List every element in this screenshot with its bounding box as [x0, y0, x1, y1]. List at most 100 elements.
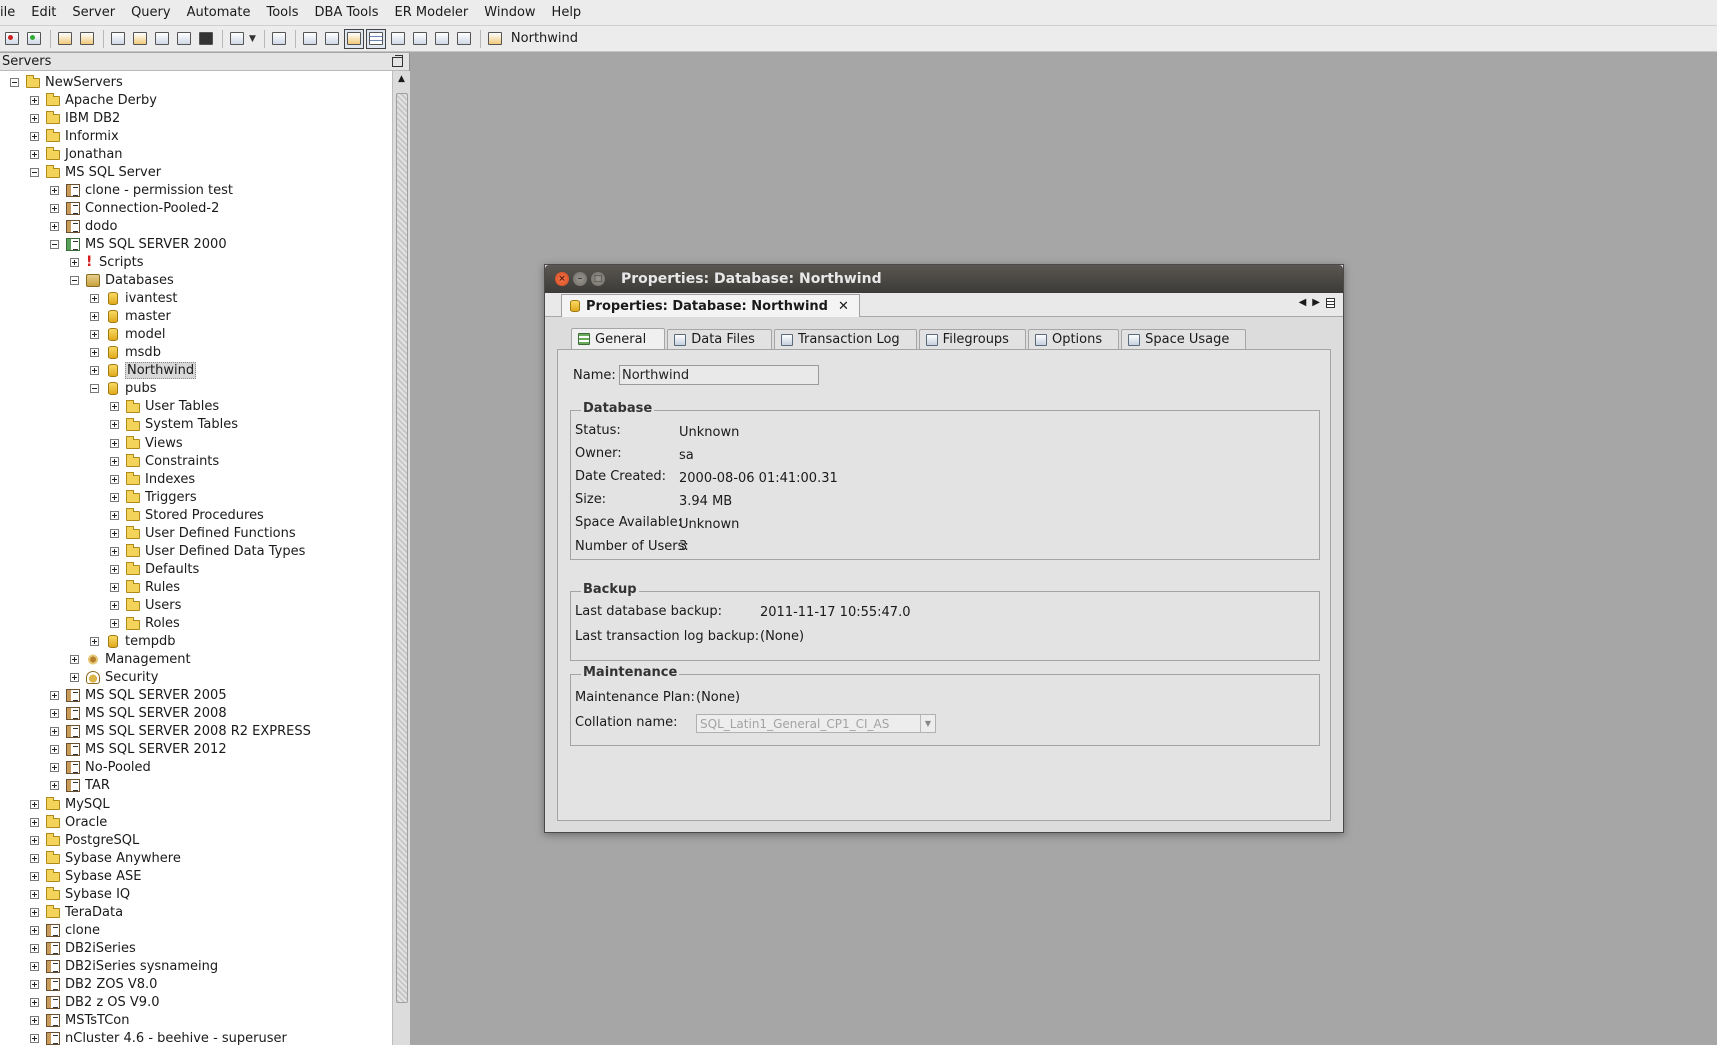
tree-node[interactable]: clone	[30, 921, 100, 939]
tree-node[interactable]: Rules	[110, 578, 180, 596]
tree-node[interactable]: ivantest	[90, 290, 177, 308]
split-view-icon[interactable]	[432, 29, 452, 49]
grid-view-icon[interactable]	[365, 28, 386, 49]
document-tab[interactable]: Properties: Database: Northwind ✕	[561, 294, 860, 317]
expand-icon[interactable]	[110, 528, 119, 538]
expand-icon[interactable]	[110, 564, 119, 574]
expand-icon[interactable]	[110, 456, 119, 466]
connect-icon[interactable]	[24, 29, 44, 49]
tree-node[interactable]: TAR	[50, 777, 110, 795]
tab-space-usage[interactable]: Space Usage	[1121, 329, 1247, 349]
expand-icon[interactable]	[30, 980, 39, 989]
expand-icon[interactable]	[30, 131, 39, 141]
expand-icon[interactable]	[50, 763, 59, 773]
tree-node[interactable]: MSTsTCon	[30, 1012, 129, 1030]
tree-node[interactable]: Northwind	[90, 362, 197, 380]
tree-node[interactable]: MS SQL SERVER 2000	[50, 235, 227, 253]
tree-node[interactable]: ! Scripts	[70, 254, 143, 272]
window-minimize-icon[interactable]: –	[573, 272, 587, 286]
dark-table-icon[interactable]	[196, 29, 216, 49]
collation-select[interactable]: SQL_Latin1_General_CP1_CI_AS ▼	[696, 714, 936, 733]
tree-node[interactable]: master	[90, 308, 171, 326]
tree-node[interactable]: MS SQL SERVER 2008	[50, 705, 227, 723]
tab-list-icon[interactable]	[1326, 297, 1335, 308]
window-close-icon[interactable]: ×	[555, 272, 569, 286]
tree-node[interactable]: Roles	[110, 615, 180, 633]
expand-icon[interactable]	[110, 402, 119, 412]
tab-general[interactable]: General	[571, 328, 666, 349]
tree-node[interactable]: Security	[70, 669, 158, 687]
expand-icon[interactable]	[110, 582, 119, 592]
properties-view-icon[interactable]	[343, 28, 364, 49]
tree-node[interactable]: nCluster 4.6 - beehive - superuser	[30, 1030, 287, 1045]
schema-browser-icon[interactable]	[152, 29, 172, 49]
tree-node[interactable]: Connection-Pooled-2	[50, 199, 219, 217]
tree-node[interactable]: DB2iSeries sysnameing	[30, 957, 218, 975]
tree-node[interactable]: Management	[70, 651, 191, 669]
tree-node[interactable]: Oracle	[30, 813, 107, 831]
tree-node[interactable]: DB2iSeries	[30, 939, 136, 957]
collapse-icon[interactable]	[50, 239, 59, 249]
name-field[interactable]	[619, 365, 819, 385]
tab-scroll-right-icon[interactable]: ▶	[1312, 297, 1320, 308]
tab-options[interactable]: Options	[1027, 329, 1120, 349]
tree-node[interactable]: MySQL	[30, 795, 110, 813]
expand-icon[interactable]	[50, 221, 59, 231]
expand-icon[interactable]	[90, 366, 99, 376]
expand-icon[interactable]	[30, 1034, 39, 1044]
tree-node[interactable]: No-Pooled	[50, 759, 151, 777]
expand-icon[interactable]	[50, 203, 59, 213]
tree-node[interactable]: Informix	[30, 127, 119, 145]
tree-node[interactable]: Jonathan	[30, 145, 123, 163]
expand-icon[interactable]	[90, 348, 99, 358]
expand-icon[interactable]	[90, 637, 99, 647]
expand-icon[interactable]	[50, 745, 59, 755]
tree-node[interactable]: MS SQL Server	[30, 163, 161, 181]
collapse-icon[interactable]	[90, 384, 99, 394]
expand-icon[interactable]	[70, 655, 79, 665]
current-database-label[interactable]: Northwind	[511, 31, 578, 46]
expand-icon[interactable]	[110, 492, 119, 502]
query-builder-icon[interactable]	[130, 29, 150, 49]
chart-view-icon[interactable]	[388, 29, 408, 49]
tree-node[interactable]: User Tables	[110, 398, 219, 416]
menu-help[interactable]: Help	[544, 0, 590, 26]
tab-filegroups[interactable]: Filegroups	[918, 329, 1026, 349]
tree-node[interactable]: Apache Derby	[30, 91, 157, 109]
expand-icon[interactable]	[110, 420, 119, 430]
tree-node[interactable]: TeraData	[30, 903, 123, 921]
tree-node[interactable]: msdb	[90, 344, 161, 362]
tree-node[interactable]: Indexes	[110, 470, 195, 488]
tree-node[interactable]: Defaults	[110, 560, 199, 578]
tree-node[interactable]: Constraints	[110, 452, 219, 470]
tree-node[interactable]: MS SQL SERVER 2012	[50, 741, 227, 759]
tree-node[interactable]: DB2 ZOS V8.0	[30, 976, 157, 994]
expand-icon[interactable]	[30, 889, 39, 899]
window-titlebar[interactable]: × – □ Properties: Database: Northwind	[545, 265, 1343, 293]
chevron-down-icon[interactable]: ▼	[920, 715, 935, 732]
menu-server[interactable]: Server	[64, 0, 123, 26]
tree-scrollbar[interactable]: ▲	[392, 71, 410, 1045]
collapse-icon[interactable]	[10, 77, 19, 87]
script-icon[interactable]	[227, 29, 247, 49]
restore-panel-icon[interactable]	[392, 54, 403, 67]
window-view-icon[interactable]	[454, 29, 474, 49]
expand-icon[interactable]	[50, 727, 59, 737]
expand-icon[interactable]	[70, 673, 79, 683]
scroll-up-arrow-icon[interactable]: ▲	[393, 71, 410, 87]
expand-icon[interactable]	[50, 691, 59, 701]
tab-data-files[interactable]: Data Files	[667, 329, 772, 349]
menu-dba-tools[interactable]: DBA Tools	[307, 0, 387, 26]
collapse-icon[interactable]	[30, 167, 39, 177]
register-server-icon[interactable]	[55, 29, 75, 49]
query-window-icon[interactable]	[108, 29, 128, 49]
tree-node[interactable]: Triggers	[110, 488, 197, 506]
database-selector-icon[interactable]	[485, 29, 505, 49]
tab-transaction-log[interactable]: Transaction Log	[773, 329, 917, 349]
expand-icon[interactable]	[70, 258, 79, 267]
tile-vertical-icon[interactable]	[322, 29, 342, 49]
tree-node[interactable]: Stored Procedures	[110, 506, 264, 524]
tree-node[interactable]: User Defined Functions	[110, 524, 296, 542]
unregister-server-icon[interactable]	[77, 29, 97, 49]
expand-icon[interactable]	[30, 998, 39, 1008]
